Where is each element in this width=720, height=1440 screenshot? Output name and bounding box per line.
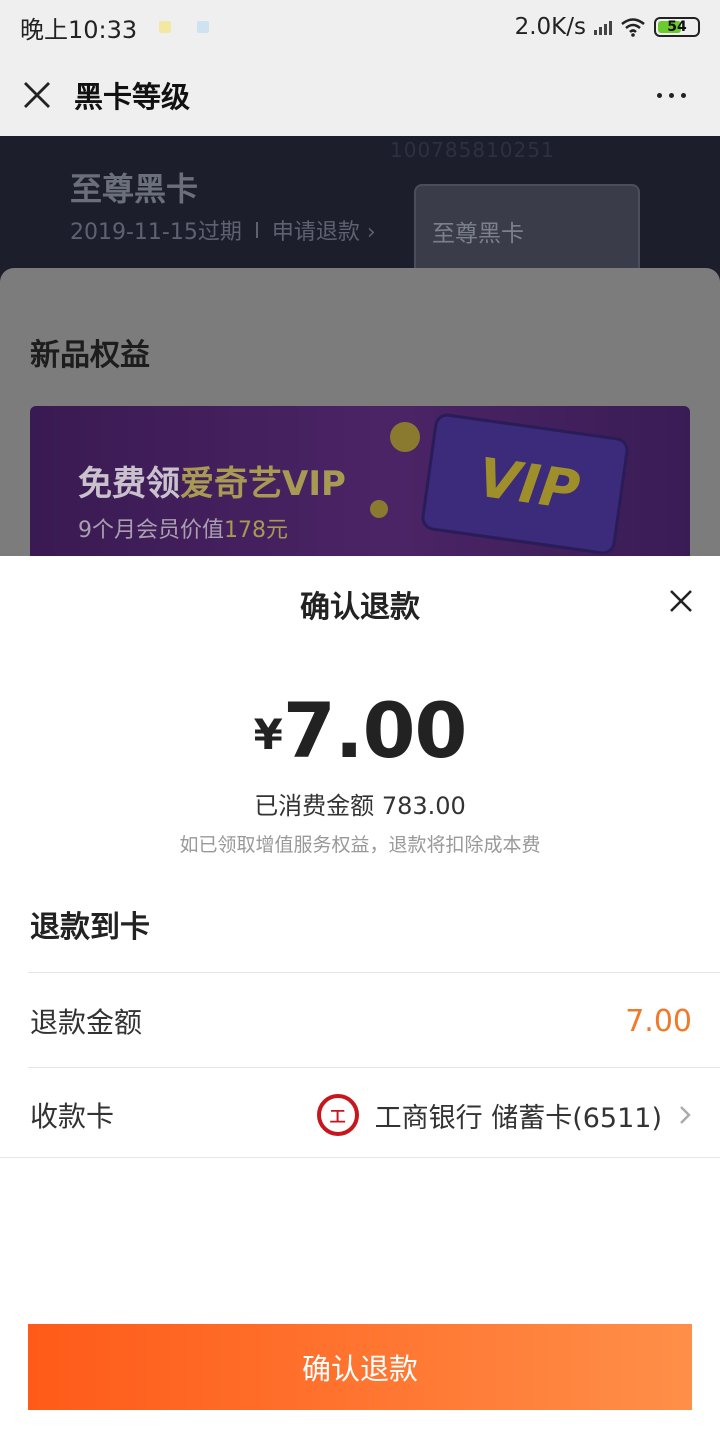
battery-icon: 54: [654, 17, 700, 37]
refund-amount: 7.00: [282, 686, 468, 775]
battery-level: 54: [667, 19, 687, 35]
page-title: 黑卡等级: [74, 80, 191, 114]
card-image-label: 至尊黑卡: [432, 221, 524, 247]
card-expiry: 2019-11-15过期: [70, 220, 242, 245]
chevron-right-icon: [680, 1106, 691, 1124]
iqiyi-vip-banner[interactable]: VIP 免费领爱奇艺VIP 9个月会员价值178元: [30, 406, 690, 576]
wifi-icon: [621, 18, 645, 37]
benefits-panel: 新品权益 VIP 免费领爱奇艺VIP 9个月会员价值178元: [0, 268, 720, 576]
row-label: 收款卡: [30, 1100, 115, 1133]
confirm-refund-button[interactable]: 确认退款: [28, 1324, 692, 1410]
banner-sub-prefix: 9个月会员价值: [78, 518, 224, 543]
card-meta: 2019-11-15过期 申请退款 ›: [70, 214, 376, 246]
notification-icon: [159, 21, 172, 33]
banner-prefix: 免费领: [78, 464, 180, 504]
notification-icon: [197, 21, 210, 33]
refund-to-card-title: 退款到卡: [30, 910, 150, 945]
currency-symbol: ¥: [253, 710, 283, 759]
status-bar: 晚上10:33 2.0K/s 54: [0, 0, 720, 54]
bank-card-selector[interactable]: 工 工商银行 储蓄卡(6511): [316, 1094, 692, 1136]
more-dots-icon[interactable]: [657, 92, 686, 98]
bank-card-name: 工商银行 储蓄卡(6511): [374, 1102, 662, 1134]
vip-text: VIP: [474, 445, 584, 523]
sheet-title: 确认退款: [300, 590, 420, 625]
coin-decoration: [370, 500, 388, 518]
row-label: 退款金额: [30, 1006, 143, 1039]
banner-subline: 9个月会员价值178元: [78, 512, 288, 544]
consumed-amount: 已消费金额 783.00: [254, 792, 466, 820]
coin-decoration: [390, 422, 420, 452]
receiving-card-row[interactable]: 收款卡 工 工商银行 储蓄卡(6511): [30, 1068, 692, 1162]
refund-note: 如已领取增值服务权益，退款将扣除成本费: [179, 834, 541, 856]
banner-brand: 爱奇艺VIP: [180, 464, 346, 504]
watermark-text: 100785810251: [390, 138, 555, 162]
banner-sub-value: 178元: [224, 518, 288, 543]
divider: [28, 972, 720, 973]
apply-refund-link[interactable]: 申请退款 ›: [272, 214, 376, 246]
signal-icon: [594, 19, 612, 35]
section-title: 新品权益: [30, 338, 150, 373]
network-speed: 2.0K/s: [514, 14, 586, 40]
refund-amount-display: ¥7.00: [0, 686, 720, 775]
refund-amount-row: 退款金额 7.00: [30, 974, 692, 1068]
icbc-logo-icon: 工: [316, 1094, 359, 1136]
close-icon[interactable]: [22, 80, 52, 110]
vip-card-image: VIP: [423, 415, 627, 553]
nav-bar: 黑卡等级: [0, 54, 720, 136]
confirm-refund-sheet: 确认退款 ¥7.00 已消费金额 783.00 如已领取增值服务权益，退款将扣除…: [0, 556, 720, 1440]
row-value: 7.00: [625, 1003, 692, 1039]
divider: [0, 1157, 720, 1158]
card-name: 至尊黑卡: [70, 170, 199, 208]
divider: [255, 222, 258, 238]
status-right: 2.0K/s 54: [515, 14, 700, 40]
status-time: 晚上10:33: [20, 15, 138, 44]
banner-headline: 免费领爱奇艺VIP: [78, 456, 346, 505]
icbc-logo-text: 工: [329, 1107, 346, 1126]
close-icon[interactable]: [668, 588, 694, 614]
